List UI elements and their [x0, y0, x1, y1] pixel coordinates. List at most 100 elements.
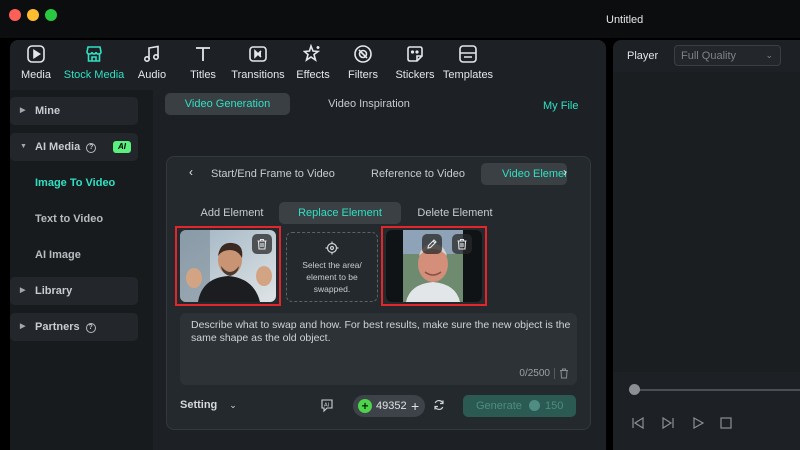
- toolbar-label: Audio: [137, 69, 167, 81]
- generate-button[interactable]: Generate 150: [463, 395, 576, 417]
- templates-icon: [459, 45, 477, 63]
- tab-video-inspiration[interactable]: Video Inspiration: [313, 93, 425, 115]
- help-icon[interactable]: ?: [85, 323, 96, 333]
- source-image-thumbnail[interactable]: [180, 230, 276, 302]
- sidebar-item-library[interactable]: ▶ Library: [10, 277, 138, 305]
- timeline-scrubber-handle[interactable]: [629, 384, 640, 395]
- svg-text:AI: AI: [324, 403, 330, 409]
- toolbar-media[interactable]: Media: [18, 44, 54, 88]
- tab-video-element[interactable]: Video Element: [481, 163, 567, 185]
- sidebar-item-partners[interactable]: ▶ Partners?: [10, 313, 138, 341]
- toolbar-stock-media[interactable]: Stock Media: [62, 44, 126, 88]
- play-icon[interactable]: [691, 416, 705, 430]
- toolbar-filters[interactable]: Filters: [347, 44, 379, 88]
- toolbar-stickers[interactable]: Stickers: [394, 44, 436, 88]
- toolbar-templates[interactable]: Templates: [442, 44, 494, 88]
- sidebar-item-image-to-video[interactable]: Image To Video: [35, 177, 115, 189]
- filters-icon: [354, 45, 372, 63]
- toolbar-label: Titles: [190, 69, 216, 81]
- sidebar-item-text-to-video[interactable]: Text to Video: [35, 213, 103, 225]
- toolbar-audio[interactable]: Audio: [136, 44, 168, 88]
- trash-icon: [257, 238, 267, 250]
- remove-source-button[interactable]: [252, 234, 272, 254]
- select-area-box[interactable]: Select the area/ element to be swapped.: [286, 232, 378, 302]
- chevron-right-icon: ▶: [20, 323, 26, 330]
- character-count: 0/2500: [519, 368, 550, 379]
- crosshair-target-icon: [325, 241, 339, 255]
- sidebar-item-label: Library: [35, 285, 73, 297]
- chevron-down-icon: ▼: [20, 143, 27, 150]
- stickers-icon: [407, 46, 423, 62]
- toolbar-titles[interactable]: Titles: [188, 44, 218, 88]
- toolbar-label: Transitions: [231, 69, 285, 81]
- sidebar-item-mine[interactable]: ▶ Mine: [10, 97, 138, 125]
- tab-reference-to-video[interactable]: Reference to Video: [371, 163, 465, 185]
- quality-dropdown[interactable]: Full Quality ⌄: [674, 45, 781, 66]
- sidebar-item-label: Partners?: [35, 313, 96, 341]
- sidebar-item-ai-media[interactable]: ▼ AI Media? AI: [10, 133, 138, 161]
- help-icon[interactable]: ?: [86, 143, 97, 153]
- previous-frame-icon[interactable]: [631, 416, 645, 430]
- setting-dropdown[interactable]: Setting ⌄: [180, 399, 237, 411]
- remove-replacement-button[interactable]: [452, 234, 472, 254]
- toolbar-label: Templates: [442, 69, 494, 81]
- chevron-right-icon: ▶: [20, 107, 26, 114]
- sidebar-item-label: AI Media?: [35, 133, 97, 161]
- chevron-down-icon: ⌄: [765, 50, 773, 60]
- replacement-image-thumbnail[interactable]: [386, 230, 482, 302]
- toolbar-label: Effects: [296, 69, 330, 81]
- pencil-edit-icon: [427, 239, 437, 249]
- tab-video-generation[interactable]: Video Generation: [165, 93, 290, 115]
- close-window-button[interactable]: [9, 9, 21, 21]
- toolbar-transitions[interactable]: Transitions: [230, 44, 286, 88]
- credits-balance[interactable]: + 49352 +: [353, 395, 425, 417]
- chevron-left-icon[interactable]: ‹: [189, 165, 193, 179]
- replace-element-option[interactable]: Replace Element: [279, 202, 401, 224]
- trash-icon: [457, 238, 467, 250]
- clear-prompt-trash-icon[interactable]: [559, 368, 569, 379]
- transitions-icon: [249, 46, 267, 62]
- prompt-placeholder: Describe what to swap and how. For best …: [191, 319, 571, 344]
- stop-icon[interactable]: [719, 416, 733, 430]
- credit-coin-icon: [529, 400, 540, 411]
- divider: [554, 368, 555, 379]
- window-title: Untitled: [606, 14, 644, 26]
- chevron-right-icon[interactable]: ›: [563, 165, 567, 179]
- effects-icon: [303, 44, 321, 62]
- player-panel: Player Full Quality ⌄: [613, 40, 800, 450]
- toolbar-label: Media: [21, 69, 51, 81]
- title-bar: Untitled: [0, 0, 800, 38]
- ai-assist-icon[interactable]: AI: [319, 397, 335, 413]
- timeline-scrubber-track[interactable]: [634, 389, 800, 391]
- tab-start-end-frame[interactable]: Start/End Frame to Video: [211, 163, 335, 185]
- next-frame-icon[interactable]: [661, 416, 675, 430]
- add-credits-icon: +: [411, 398, 420, 414]
- video-preview[interactable]: [613, 72, 800, 372]
- generate-label: Generate: [476, 400, 522, 412]
- credits-value: 49352: [376, 400, 407, 412]
- swap-prompt-textarea[interactable]: Describe what to swap and how. For best …: [180, 313, 577, 385]
- library-panel: Media Stock Media Audio Titles Transitio…: [10, 40, 606, 450]
- toolbar-label: Stock Media: [63, 69, 125, 81]
- select-area-text: Select the area/ element to be swapped.: [302, 260, 362, 294]
- delete-element-option[interactable]: Delete Element: [407, 202, 503, 224]
- toolbar-effects[interactable]: Effects: [294, 44, 332, 88]
- my-file-link[interactable]: My File: [543, 100, 578, 112]
- chevron-right-icon: ▶: [20, 287, 26, 294]
- video-element-card: ‹ Start/End Frame to Video Reference to …: [166, 156, 591, 430]
- edit-replacement-button[interactable]: [422, 234, 442, 254]
- player-label: Player: [627, 50, 659, 62]
- ai-badge: AI: [113, 141, 131, 153]
- media-toolbar: Media Stock Media Audio Titles Transitio…: [10, 40, 606, 90]
- setting-label: Setting: [180, 399, 218, 411]
- sidebar-item-label-text: Partners: [35, 321, 80, 333]
- refresh-icon[interactable]: [433, 399, 445, 411]
- sidebar-item-ai-image[interactable]: AI Image: [35, 249, 81, 261]
- add-element-option[interactable]: Add Element: [189, 202, 275, 224]
- toolbar-label: Filters: [348, 69, 378, 81]
- sidebar-item-label: Mine: [35, 105, 61, 117]
- toolbar-label: Stickers: [395, 69, 435, 81]
- minimize-window-button[interactable]: [27, 9, 39, 21]
- maximize-window-button[interactable]: [45, 9, 57, 21]
- sidebar-item-label-text: AI Media: [35, 141, 81, 153]
